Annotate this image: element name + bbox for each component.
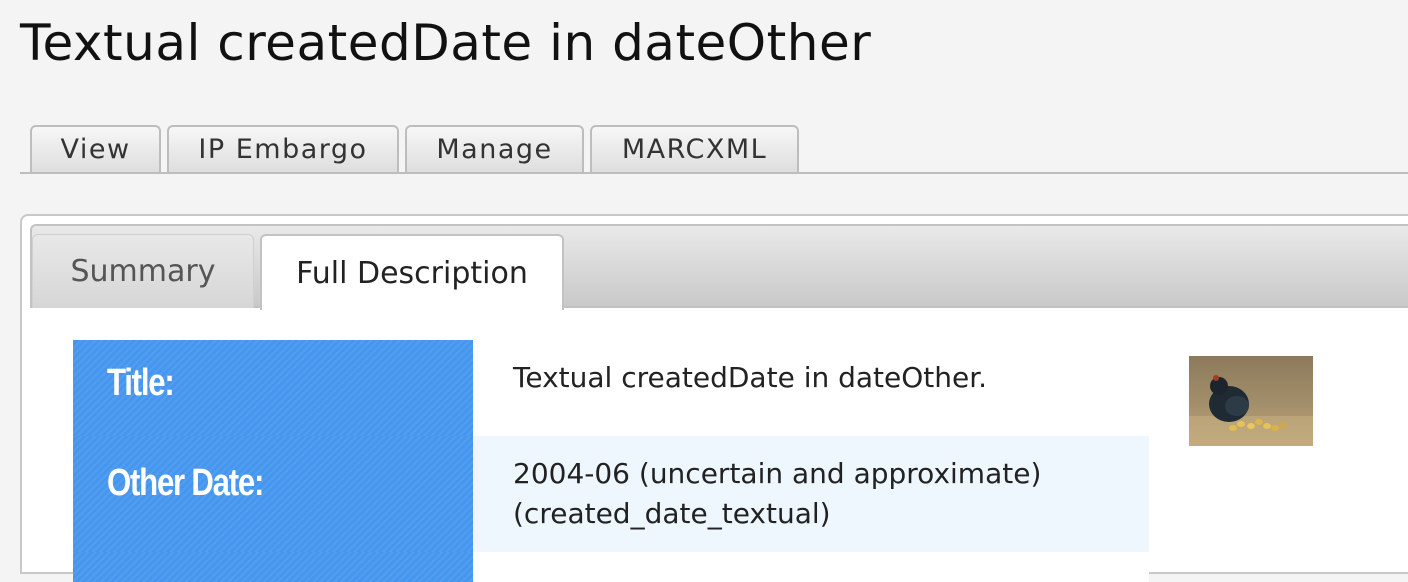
thumbnail-image [1189, 356, 1313, 446]
tab-view[interactable]: View [30, 125, 161, 172]
metadata-table: Title: Textual createdDate in dateOther.… [73, 340, 1149, 582]
tab-ip-embargo[interactable]: IP Embargo [167, 125, 399, 172]
tab-full-description[interactable]: Full Description [260, 234, 564, 310]
primary-tabs: View IP Embargo Manage MARCXML [20, 125, 1408, 174]
title-value: Textual createdDate in dateOther. [473, 340, 1149, 436]
metadata-row-next [73, 552, 1149, 582]
content-panel: Summary Full Description Title: Textual … [20, 214, 1408, 582]
title-label: Title: [73, 340, 473, 436]
hen-with-chicks-thumbnail[interactable] [1189, 356, 1313, 446]
next-label [73, 552, 473, 582]
page-title: Textual createdDate in dateOther [20, 14, 872, 72]
metadata-row-title: Title: Textual createdDate in dateOther. [73, 340, 1149, 436]
subtab-bar: Summary Full Description [30, 224, 1408, 310]
metadata-row-other-date: Other Date: 2004-06 (uncertain and appro… [73, 436, 1149, 552]
other-date-value-line2: (created_date_textual) [513, 497, 831, 530]
other-date-value: 2004-06 (uncertain and approximate) (cre… [473, 436, 1149, 552]
other-date-value-line1: 2004-06 (uncertain and approximate) [513, 457, 1042, 490]
next-value [473, 552, 1149, 582]
title-label-text: Title: [107, 362, 175, 404]
tab-manage[interactable]: Manage [405, 125, 584, 172]
tab-marcxml[interactable]: MARCXML [590, 125, 799, 172]
other-date-label-text: Other Date: [107, 462, 264, 504]
other-date-label: Other Date: [73, 436, 473, 552]
tab-summary[interactable]: Summary [32, 234, 254, 308]
